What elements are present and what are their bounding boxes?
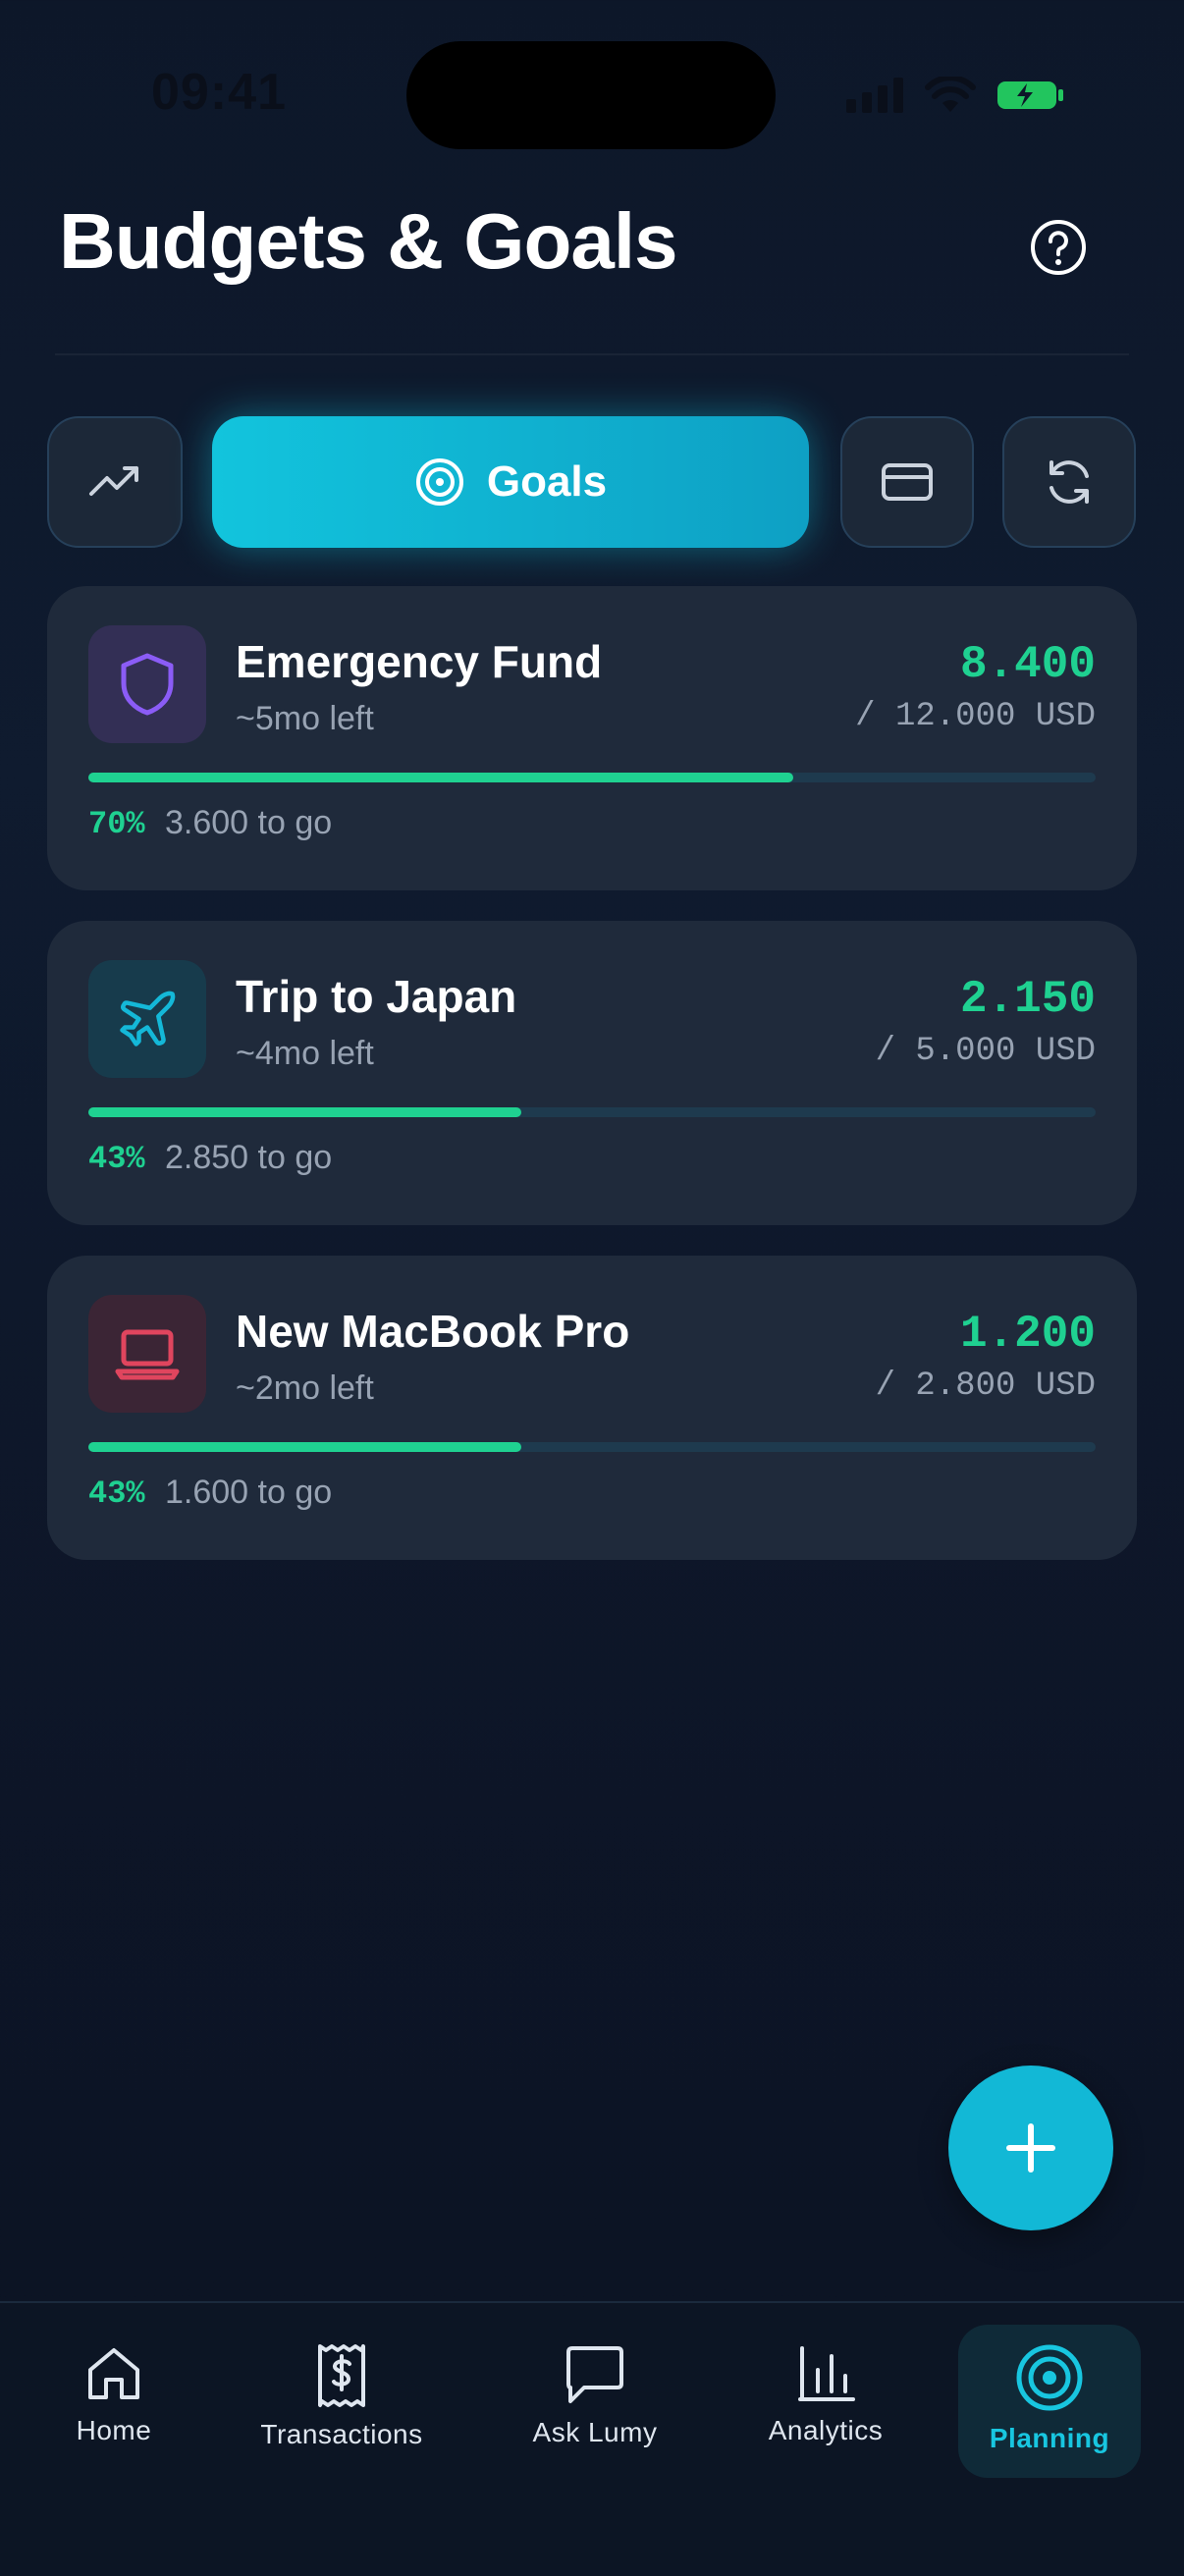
goal-card[interactable]: Trip to Japan ~4mo left 2.150 / 5.000 US… [47, 921, 1137, 1225]
nav-planning[interactable]: Planning [961, 2342, 1138, 2454]
goal-progress-track [88, 1107, 1096, 1117]
signal-icon [846, 78, 903, 113]
tab-goals-label: Goals [486, 457, 608, 506]
goal-progress-track [88, 773, 1096, 782]
goal-card[interactable]: Emergency Fund ~5mo left 8.400 / 12.000 … [47, 586, 1137, 890]
goal-progress-fill [88, 773, 794, 782]
nav-analytics-label: Analytics [768, 2415, 884, 2445]
tab-trends[interactable] [47, 416, 183, 548]
goal-saved: 8.400 [959, 639, 1096, 690]
goal-progress-track [88, 1442, 1096, 1452]
dynamic-island [406, 41, 776, 149]
trending-up-icon [89, 466, 138, 496]
goal-percent: 43% [88, 1476, 145, 1512]
goal-name: Trip to Japan [236, 971, 517, 1022]
goal-icon-box [88, 960, 206, 1078]
goal-remaining: 3.600 to go [165, 804, 333, 841]
page-title: Budgets & Goals [59, 197, 678, 285]
battery-icon [997, 81, 1063, 109]
tab-budgets[interactable] [840, 416, 974, 548]
help-icon[interactable] [1029, 218, 1088, 277]
target-icon [1016, 2344, 1083, 2411]
goal-card[interactable]: New MacBook Pro ~2mo left 1.200 / 2.800 … [47, 1256, 1137, 1560]
nav-planning-label: Planning [989, 2423, 1110, 2453]
plus-icon [1006, 2123, 1055, 2173]
target-icon [415, 458, 463, 506]
bar-chart-icon [798, 2346, 855, 2401]
nav-analytics[interactable]: Analytics [737, 2342, 914, 2446]
add-goal-button[interactable] [948, 2066, 1113, 2230]
goal-saved: 2.150 [959, 974, 1096, 1025]
chat-icon [566, 2346, 623, 2403]
goal-percent: 43% [88, 1141, 145, 1177]
goal-icon-box [88, 625, 206, 743]
goal-percent: 70% [88, 806, 145, 842]
tab-goals[interactable]: Goals [212, 416, 809, 548]
goal-saved: 1.200 [959, 1309, 1096, 1360]
goal-remaining: 1.600 to go [165, 1474, 333, 1511]
bottom-nav: Home Transactions Ask Lumy Analytics Pla… [0, 2301, 1184, 2576]
goal-time-left: ~2mo left [236, 1369, 374, 1407]
nav-ask-label: Ask Lumy [532, 2417, 658, 2447]
shield-icon [121, 653, 174, 716]
goal-icon-box [88, 1295, 206, 1413]
goal-remaining: 2.850 to go [165, 1139, 333, 1176]
goal-name: New MacBook Pro [236, 1306, 630, 1357]
nav-transactions-label: Transactions [260, 2419, 423, 2449]
goal-time-left: ~4mo left [236, 1035, 374, 1072]
nav-home-label: Home [76, 2415, 152, 2445]
goal-name: Emergency Fund [236, 636, 603, 687]
nav-transactions[interactable]: Transactions [253, 2342, 430, 2450]
goal-target: / 5.000 USD [875, 1033, 1096, 1070]
goal-progress-fill [88, 1107, 522, 1117]
laptop-icon [115, 1329, 180, 1380]
nav-home[interactable]: Home [26, 2342, 202, 2446]
goal-time-left: ~5mo left [236, 700, 374, 737]
header-divider [55, 353, 1129, 355]
tab-recurring[interactable] [1002, 416, 1136, 548]
goal-target: / 2.800 USD [875, 1368, 1096, 1405]
goal-progress-fill [88, 1442, 522, 1452]
plane-icon [120, 991, 176, 1046]
goal-target: / 12.000 USD [855, 698, 1096, 735]
status-time: 09:41 [151, 64, 287, 121]
wifi-icon [925, 77, 976, 112]
credit-card-icon [882, 463, 933, 501]
status-icons [846, 77, 1064, 114]
receipt-icon [318, 2344, 365, 2407]
refresh-icon [1049, 460, 1089, 504]
home-icon [88, 2348, 139, 2399]
nav-ask-lumy[interactable]: Ask Lumy [507, 2342, 683, 2448]
